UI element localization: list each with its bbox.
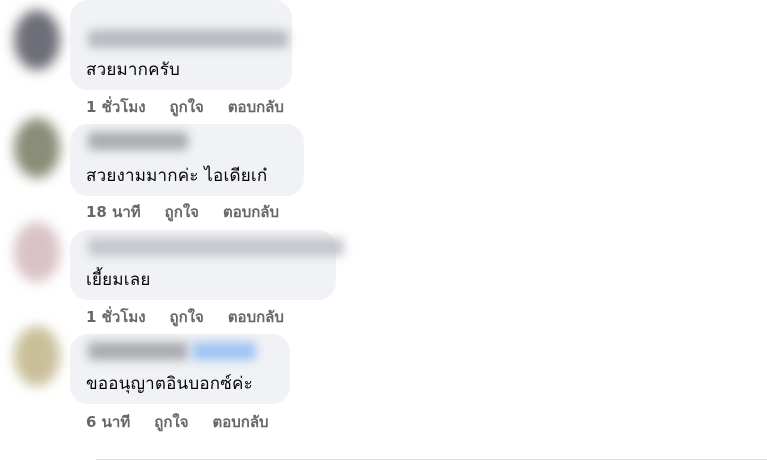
like-button[interactable]: ถูกใจ [165,200,199,224]
comment-bubble: สวยงามมากค่ะ ไอเดียเก๋ [70,124,304,196]
avatar[interactable] [14,326,60,386]
like-button[interactable]: ถูกใจ [154,410,188,434]
author-name-blurred[interactable] [88,30,288,48]
like-button[interactable]: ถูกใจ [170,95,204,119]
reply-button[interactable]: ตอบกลับ [213,410,269,434]
comment-bubble: ขออนุญาตอินบอกซ์ค่ะ [70,334,290,404]
reply-button[interactable]: ตอบกลับ [228,95,284,119]
comment-actions: 18 นาที ถูกใจ ตอบกลับ [86,200,279,224]
author-tag-blurred[interactable] [192,342,256,360]
comment-text: สวยมากครับ [86,60,181,80]
comment-timestamp[interactable]: 1 ชั่วโมง [86,95,146,119]
author-name-blurred[interactable] [88,132,188,150]
divider [96,459,767,460]
avatar[interactable] [14,118,60,178]
comment-actions: 1 ชั่วโมง ถูกใจ ตอบกลับ [86,305,284,329]
author-name-blurred[interactable] [88,342,188,360]
comment-timestamp[interactable]: 18 นาที [86,200,141,224]
comment-actions: 1 ชั่วโมง ถูกใจ ตอบกลับ [86,95,284,119]
comment-text: ขออนุญาตอินบอกซ์ค่ะ [86,374,253,394]
comment-timestamp[interactable]: 6 นาที [86,410,130,434]
author-name-blurred[interactable] [88,238,344,256]
avatar[interactable] [14,222,60,282]
comment-bubble: เยี้ยมเลย [70,230,344,300]
avatar[interactable] [14,10,60,70]
comment-text: เยี้ยมเลย [86,270,151,290]
comment-actions: 6 นาที ถูกใจ ตอบกลับ [86,410,269,434]
like-button[interactable]: ถูกใจ [170,305,204,329]
comment-text: สวยงามมากค่ะ ไอเดียเก๋ [86,166,268,186]
comment-timestamp[interactable]: 1 ชั่วโมง [86,305,146,329]
reply-button[interactable]: ตอบกลับ [228,305,284,329]
reply-button[interactable]: ตอบกลับ [223,200,279,224]
comment-bubble: สวยมากครับ [70,0,292,90]
